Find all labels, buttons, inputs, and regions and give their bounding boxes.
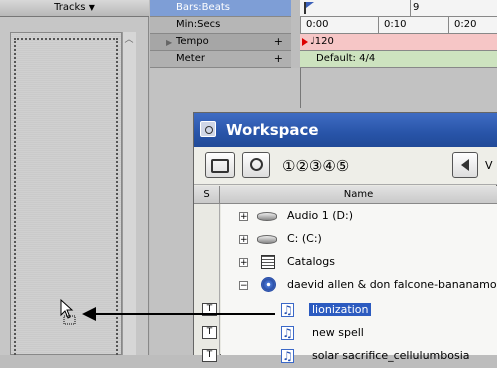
time-label: 0:10 — [384, 19, 407, 30]
chevron-down-icon: ▼ — [88, 3, 95, 12]
timeline-meter-ruler[interactable]: Default: 4/4 — [300, 51, 497, 68]
expand-icon[interactable]: + — [239, 235, 248, 245]
list-item[interactable]: − daevid allen & don falcone-bananamo — [221, 274, 497, 297]
timeline-tempo-ruler[interactable]: ♩120 — [300, 34, 497, 51]
item-label: solar sacrifice_cellulumbosia — [312, 349, 470, 362]
drag-arrow-line — [95, 313, 275, 315]
tempo-marker-icon[interactable] — [302, 38, 308, 46]
list-item[interactable]: ♫ new spell — [221, 322, 497, 345]
time-label: 0:20 — [454, 19, 477, 30]
ruler-bars-beats[interactable]: Bars:Beats — [150, 0, 291, 17]
list-item[interactable]: + Catalogs — [221, 251, 497, 274]
grid-menu-icon — [211, 159, 229, 173]
meter-value: Default: 4/4 — [316, 53, 376, 64]
time-label: 0:00 — [306, 19, 329, 30]
tracks-menu-button[interactable]: Tracks ▼ — [0, 0, 149, 17]
add-meter-button[interactable]: + — [274, 51, 283, 67]
ruler-tick — [300, 17, 301, 34]
ruler-bars-beats-label: Bars:Beats — [176, 2, 230, 13]
song-start-marker-icon[interactable] — [304, 2, 316, 14]
item-label: Catalogs — [287, 255, 335, 268]
selected-label: lionization — [309, 303, 372, 316]
track-type-badge[interactable]: T — [202, 326, 217, 339]
expand-icon[interactable]: + — [239, 258, 248, 268]
item-label: C: (C:) — [287, 232, 322, 245]
workspace-title-bar[interactable]: Workspace — [194, 113, 497, 147]
item-label: Audio 1 (D:) — [287, 209, 354, 222]
track-type-badge[interactable]: T — [202, 349, 217, 362]
workspace-title: Workspace — [226, 121, 319, 139]
scroll-up-icon[interactable]: ︿ — [123, 34, 135, 46]
list-item[interactable]: ♫ solar sacrifice_cellulumbosia — [221, 345, 497, 368]
ruler-min-secs-label: Min:Secs — [176, 19, 221, 30]
volume-label: V — [485, 159, 493, 172]
list-item-selected[interactable]: ♫ lionization — [221, 299, 497, 322]
drag-arrow-head-icon — [82, 307, 96, 321]
column-header-name[interactable]: Name — [220, 186, 497, 204]
ruler-tick — [378, 17, 379, 34]
ruler-min-secs[interactable]: Min:Secs — [150, 17, 291, 34]
search-button[interactable] — [242, 152, 270, 178]
item-label: new spell — [312, 326, 364, 339]
item-label: lionization — [309, 303, 372, 316]
audio-file-icon: ♫ — [281, 349, 294, 363]
cd-icon — [261, 277, 276, 292]
expand-icon[interactable]: + — [239, 212, 248, 222]
tracks-label: Tracks — [54, 2, 86, 13]
drive-icon — [257, 212, 277, 221]
timeline-bars-ruler[interactable]: 9 — [300, 0, 497, 17]
column-header-s[interactable]: S — [194, 186, 220, 204]
catalog-icon — [261, 255, 275, 269]
add-tempo-button[interactable]: + — [274, 34, 283, 50]
bar-label: 9 — [413, 2, 420, 13]
timeline-minsecs-ruler[interactable]: 0:00 0:10 0:20 — [300, 17, 497, 34]
ruler-tick — [410, 0, 411, 17]
audio-file-icon: ♫ — [281, 326, 294, 340]
search-icon — [249, 158, 263, 171]
preset-buttons[interactable]: ①②③④⑤ — [282, 157, 349, 175]
list-item[interactable]: + Audio 1 (D:) — [221, 205, 497, 228]
list-item[interactable]: + C: (C:) — [221, 228, 497, 251]
workspace-window-icon — [200, 121, 216, 137]
tracks-scrollbar[interactable] — [122, 32, 136, 355]
drive-icon — [257, 235, 277, 244]
speaker-icon — [461, 159, 469, 171]
audition-button[interactable] — [452, 152, 478, 178]
audio-file-icon: ♫ — [281, 303, 294, 317]
browser-menu-button[interactable] — [205, 152, 235, 178]
ruler-tick — [448, 17, 449, 34]
ruler-meter-label: Meter — [176, 53, 205, 64]
drag-cursor-icon — [60, 298, 78, 325]
grid-line — [300, 68, 301, 108]
ruler-meter[interactable]: Meter + — [150, 51, 291, 68]
expand-arrow-icon[interactable]: ▶ — [166, 38, 172, 47]
ruler-tempo-label: Tempo — [176, 36, 209, 47]
tempo-value: ♩120 — [310, 36, 334, 47]
collapse-icon[interactable]: − — [239, 281, 248, 291]
item-label: daevid allen & don falcone-bananamo — [287, 278, 497, 291]
